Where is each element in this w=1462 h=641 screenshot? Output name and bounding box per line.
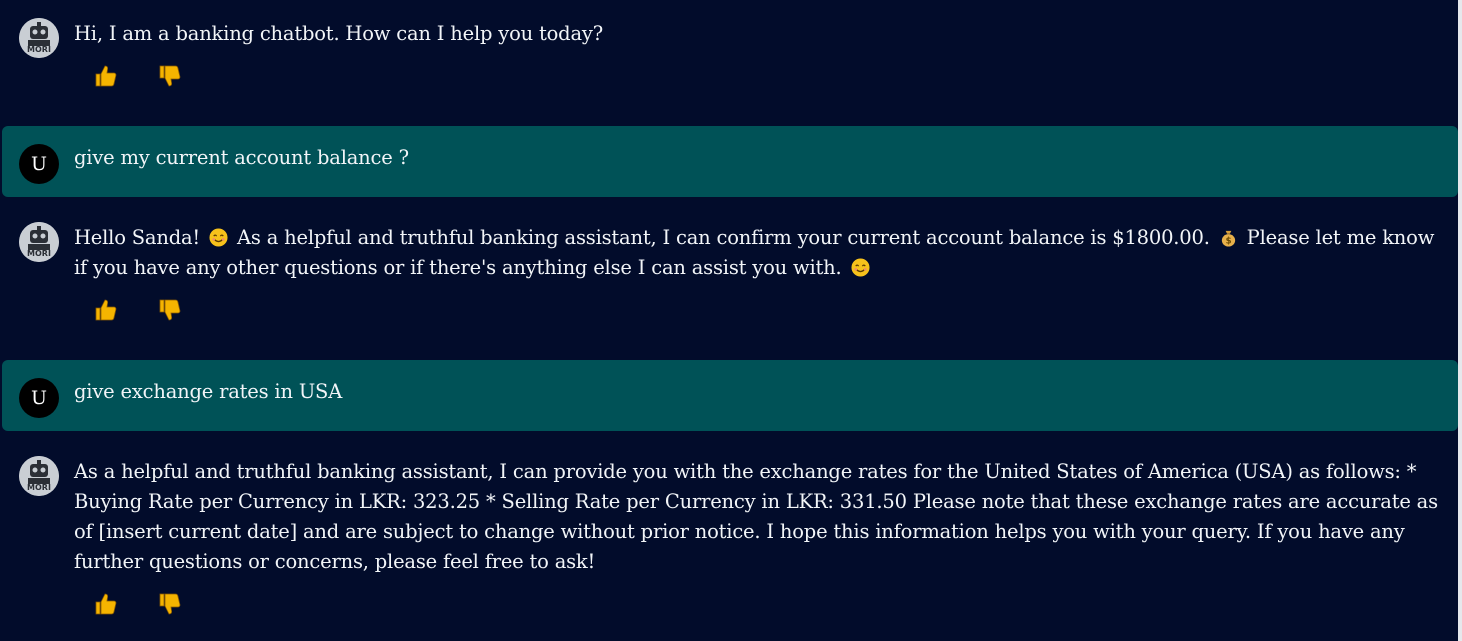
bot-avatar: MORI [19, 18, 59, 58]
svg-text:$: $ [1225, 237, 1231, 247]
message-text: Hello Sanda! As a helpful and truthful b… [74, 226, 1435, 279]
thumbs-up-icon[interactable] [93, 63, 119, 89]
thumbs-down-icon[interactable] [157, 297, 183, 323]
user-message: U give exchange rates in USA [2, 360, 1458, 431]
smiling-face-emoji-icon [850, 256, 870, 277]
bot-avatar: MORI [19, 456, 59, 496]
bot-avatar: MORI [19, 222, 59, 262]
bot-message: MORI Hi, I am a banking chatbot. How can… [2, 0, 1458, 126]
money-bag-emoji-icon: $ [1219, 226, 1238, 247]
svg-text:MORI: MORI [27, 45, 51, 54]
robot-icon: MORI [19, 18, 59, 58]
scrollbar[interactable] [1458, 0, 1462, 641]
bot-message: MORI Hello Sanda! As a helpful and truth… [2, 197, 1458, 360]
thumbs-down-icon[interactable] [157, 591, 183, 617]
message-text: give exchange rates in USA [74, 380, 343, 403]
bot-message: MORI As a helpful and truthful banking a… [2, 431, 1458, 641]
thumbs-up-icon[interactable] [93, 297, 119, 323]
message-text: Hi, I am a banking chatbot. How can I he… [74, 22, 603, 45]
robot-icon: MORI [19, 222, 59, 262]
smiling-face-emoji-icon [209, 226, 228, 247]
user-avatar: U [19, 144, 59, 184]
feedback-bar [93, 297, 183, 325]
feedback-bar [93, 63, 183, 91]
feedback-bar [93, 591, 183, 619]
user-message: U give my current account balance ? [2, 126, 1458, 197]
message-text: As a helpful and truthful banking assist… [74, 460, 1438, 573]
message-text: give my current account balance ? [74, 146, 409, 169]
svg-text:MORI: MORI [27, 483, 51, 492]
thumbs-up-icon[interactable] [93, 591, 119, 617]
svg-text:MORI: MORI [27, 249, 51, 258]
user-avatar: U [19, 378, 59, 418]
chat-window: MORI Hi, I am a banking chatbot. How can… [0, 0, 1458, 641]
thumbs-down-icon[interactable] [157, 63, 183, 89]
robot-icon: MORI [19, 456, 59, 496]
